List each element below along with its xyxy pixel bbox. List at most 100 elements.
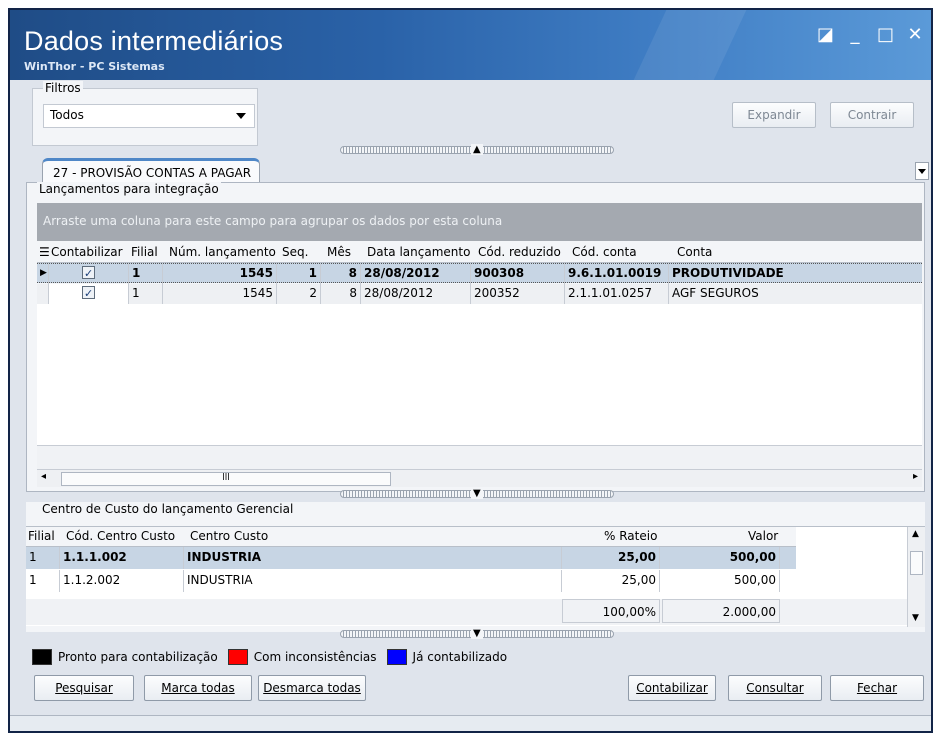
filters-label: Filtros xyxy=(43,81,83,95)
col-seq[interactable]: Seq. xyxy=(282,245,308,259)
search-button[interactable]: Pesquisar xyxy=(34,675,134,701)
filters-group: Filtros Todos xyxy=(32,81,258,146)
col-centro-custo[interactable]: Centro Custo xyxy=(190,529,268,543)
col-cod-reduzido[interactable]: Cód. reduzido xyxy=(478,245,561,259)
unmark-all-button-label: Desmarca todas xyxy=(263,681,361,695)
cell-num-lancamento: 1545 xyxy=(163,284,277,304)
search-button-label: Pesquisar xyxy=(55,681,113,695)
filters-dropdown[interactable]: Todos xyxy=(43,104,255,128)
postings-section-label: Lançamentos para integração xyxy=(37,182,221,196)
row-indicator xyxy=(37,284,49,304)
cost-center-grid: Filial Cód. Centro Custo Centro Custo % … xyxy=(26,526,925,627)
chevron-down-icon: ▼ xyxy=(471,628,483,639)
postings-grid-empty-area xyxy=(37,304,922,446)
close-button[interactable]: Fechar xyxy=(830,675,924,701)
table-row[interactable]: 1 1545 2 8 28/08/2012 200352 2.1.1.01.02… xyxy=(37,284,922,304)
scrollbar-thumb[interactable]: lll xyxy=(61,472,391,486)
totals-row: 100,00% 2.000,00 xyxy=(26,599,907,625)
cost-center-section-label: Centro de Custo do lançamento Gerencial xyxy=(42,502,294,516)
cell-valor: 500,00 xyxy=(660,547,780,569)
collapse-button[interactable]: Contrair xyxy=(830,102,914,128)
cell-valor: 500,00 xyxy=(660,570,780,592)
middle-splitter-handle[interactable]: ▼ xyxy=(340,488,614,499)
window: Dados intermediários WinThor - PC Sistem… xyxy=(8,8,933,733)
horizontal-scrollbar[interactable]: ◂ lll ▸ xyxy=(37,469,922,487)
cell-num-lancamento: 1545 xyxy=(163,264,277,284)
legend-swatch-inconsistent xyxy=(227,649,248,665)
chevron-down-icon xyxy=(236,113,246,119)
cell-filial: 1 xyxy=(129,284,163,304)
query-button[interactable]: Consultar xyxy=(728,675,822,701)
table-row[interactable]: 1 1.1.2.002 INDUSTRIA 25,00 500,00 xyxy=(26,570,796,592)
mark-all-button[interactable]: Marca todas xyxy=(144,675,252,701)
column-chooser-icon[interactable]: ☰ xyxy=(39,245,50,259)
status-legend: Pronto para contabilização Com inconsist… xyxy=(32,647,507,667)
total-rateio: 100,00% xyxy=(562,599,660,623)
scroll-right-icon[interactable]: ▸ xyxy=(913,471,918,482)
scroll-down-icon[interactable]: ▼ xyxy=(912,613,919,623)
title-bar: Dados intermediários WinThor - PC Sistem… xyxy=(10,10,931,80)
cell-filial: 1 xyxy=(129,264,163,284)
status-bar xyxy=(10,715,931,731)
cell-data-lancamento: 28/08/2012 xyxy=(361,284,471,304)
checkbox-checked-icon[interactable] xyxy=(82,264,95,283)
row-indicator-icon: ▶ xyxy=(37,264,49,284)
chevron-down-icon: ▼ xyxy=(471,488,483,499)
scroll-up-icon[interactable]: ▲ xyxy=(912,529,919,539)
col-valor[interactable]: Valor xyxy=(748,529,778,543)
query-button-label: Consultar xyxy=(746,681,804,695)
cell-filial: 1 xyxy=(26,570,60,592)
cell-centro-custo: INDUSTRIA xyxy=(184,570,562,592)
postings-grid-header: ☰ Contabilizar Filial Núm. lançamento Se… xyxy=(37,243,922,263)
col-filial[interactable]: Filial xyxy=(131,245,158,259)
vertical-scrollbar[interactable]: ▲ ▼ xyxy=(907,527,925,627)
group-by-area[interactable]: Arraste uma coluna para este campo para … xyxy=(37,203,922,241)
window-title: Dados intermediários xyxy=(24,26,284,56)
col-contabilizar[interactable]: Contabilizar xyxy=(51,245,123,259)
scroll-left-icon[interactable]: ◂ xyxy=(41,471,46,482)
cell-mes: 8 xyxy=(321,264,361,284)
col-mes[interactable]: Mês xyxy=(327,245,351,259)
col-rateio[interactable]: % Rateio xyxy=(604,529,657,543)
post-button[interactable]: Contabilizar xyxy=(628,675,716,701)
cell-rateio: 25,00 xyxy=(562,570,660,592)
legend-label-ready: Pronto para contabilização xyxy=(58,650,218,664)
close-icon[interactable]: ✕ xyxy=(907,26,923,44)
cell-rateio: 25,00 xyxy=(562,547,660,569)
expand-button[interactable]: Expandir xyxy=(732,102,816,128)
row-checkbox[interactable] xyxy=(49,264,129,284)
cell-filial: 1 xyxy=(26,547,60,569)
postings-panel: Lançamentos para integração Arraste uma … xyxy=(26,182,925,492)
bottom-splitter-handle[interactable]: ▼ xyxy=(340,628,614,639)
col-num-lancamento[interactable]: Núm. lançamento xyxy=(169,245,276,259)
col-conta[interactable]: Conta xyxy=(677,245,712,259)
tab-provisao-contas-a-pagar[interactable]: 27 - PROVISÃO CONTAS A PAGAR xyxy=(42,158,260,184)
cell-conta: PRODUTIVIDADE xyxy=(672,266,784,280)
unmark-all-button[interactable]: Desmarca todas xyxy=(258,675,366,701)
close-button-label: Fechar xyxy=(856,681,898,695)
col-filial[interactable]: Filial xyxy=(28,529,55,543)
postings-grid-footer xyxy=(37,445,922,469)
table-row[interactable]: 1 1.1.1.002 INDUSTRIA 25,00 500,00 xyxy=(26,547,796,569)
cell-cod-reduzido: 200352 xyxy=(471,284,565,304)
checkbox-checked-icon[interactable] xyxy=(82,284,95,303)
cost-center-grid-header: Filial Cód. Centro Custo Centro Custo % … xyxy=(26,527,796,547)
table-row[interactable]: ▶ 1 1545 1 8 28/08/2012 900308 9.6.1.01.… xyxy=(37,263,922,284)
cell-data-lancamento: 28/08/2012 xyxy=(361,264,471,284)
col-cod-conta[interactable]: Cód. conta xyxy=(572,245,637,259)
tab-dropdown-icon[interactable] xyxy=(915,162,929,180)
top-splitter-handle[interactable]: ▲ xyxy=(340,144,614,155)
scrollbar-thumb[interactable] xyxy=(910,551,923,575)
total-valor: 2.000,00 xyxy=(662,599,780,623)
row-checkbox[interactable] xyxy=(49,284,129,304)
minimize-icon[interactable]: _ xyxy=(847,26,863,44)
col-cod-centro-custo[interactable]: Cód. Centro Custo xyxy=(66,529,175,543)
legend-label-posted: Já contabilizado xyxy=(412,650,508,664)
col-data-lancamento[interactable]: Data lançamento xyxy=(367,245,470,259)
maximize-icon[interactable]: □ xyxy=(877,26,894,44)
restore-icon[interactable]: ◪ xyxy=(817,26,834,44)
legend-label-inconsistent: Com inconsistências xyxy=(253,650,377,664)
cell-conta: AGF SEGUROS xyxy=(672,286,759,300)
window-controls: ◪ _ □ ✕ xyxy=(817,26,923,44)
cell-centro-custo: INDUSTRIA xyxy=(184,547,562,569)
